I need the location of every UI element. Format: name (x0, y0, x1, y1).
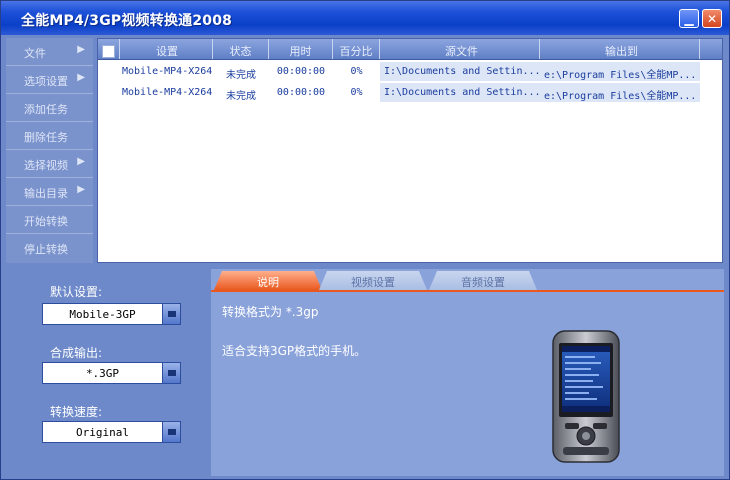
speed-label: 转换速度: (50, 405, 103, 419)
format-description: 转换格式为 *.3gp (222, 305, 319, 319)
column-header-percent[interactable]: 百分比 (333, 39, 380, 59)
row-output: e:\Program Files\全能MP... (540, 83, 700, 102)
default-settings-value: Mobile-3GP (69, 308, 136, 321)
tab-video-settings[interactable]: 视频设置 (319, 271, 427, 290)
chevron-right-icon: ▶ (77, 184, 85, 195)
sidebar-item-label: 文件 (24, 47, 46, 60)
dropdown-button[interactable] (162, 304, 180, 324)
chevron-right-icon: ▶ (77, 44, 85, 55)
sidebar-item-start[interactable]: 开始转换 (6, 206, 93, 234)
close-button[interactable]: ✕ (702, 9, 722, 28)
sidebar-item-label: 选项设置 (24, 75, 68, 88)
select-all-checkbox[interactable] (98, 39, 120, 59)
sidebar-item-label: 开始转换 (24, 215, 68, 228)
sidebar-item-label: 选择视频 (24, 159, 68, 172)
dropdown-button[interactable] (162, 363, 180, 383)
tab-bar: 说明 视频设置 音频设置 (211, 269, 724, 293)
row-preset: Mobile-MP4-X264 (122, 87, 213, 98)
default-settings-select[interactable]: Mobile-3GP (42, 303, 181, 325)
window-title: 全能MP4/3GP视频转换通2008 (21, 13, 233, 29)
device-description: 适合支持3GP格式的手机。 (222, 344, 367, 358)
task-list[interactable]: 设置 状态 用时 百分比 源文件 输出到 Mobile-MP4-X264 未完成… (97, 38, 723, 263)
dropdown-icon (167, 429, 176, 435)
output-format-label: 合成输出: (50, 346, 103, 360)
sidebar-item-options[interactable]: 选项设置 ▶ (6, 66, 93, 94)
task-list-header: 设置 状态 用时 百分比 源文件 输出到 (98, 39, 722, 60)
column-header-output[interactable]: 输出到 (540, 39, 700, 59)
table-row[interactable]: Mobile-MP4-X264 未完成 00:00:00 0% I:\Docum… (98, 83, 722, 102)
default-settings-label: 默认设置: (50, 285, 103, 299)
sidebar-item-label: 添加任务 (24, 103, 68, 116)
table-row[interactable]: Mobile-MP4-X264 未完成 00:00:00 0% I:\Docum… (98, 62, 722, 81)
column-header-preset[interactable]: 设置 (120, 39, 213, 59)
output-format-select[interactable]: *.3GP (42, 362, 181, 384)
sidebar-item-output-dir[interactable]: 输出目录 ▶ (6, 178, 93, 206)
minimize-button[interactable]: ▁ (679, 9, 699, 28)
tab-divider (211, 290, 724, 292)
sidebar-item-add-task[interactable]: 添加任务 (6, 94, 93, 122)
row-source: I:\Documents and Settin... (380, 83, 540, 102)
row-preset: Mobile-MP4-X264 (122, 66, 213, 77)
column-header-source[interactable]: 源文件 (380, 39, 540, 59)
row-source: I:\Documents and Settin... (380, 62, 540, 81)
info-panel: 说明 视频设置 音频设置 转换格式为 *.3gp 适合支持3GP格式的手机。 (211, 269, 724, 476)
chevron-right-icon: ▶ (77, 72, 85, 83)
sidebar-item-label: 删除任务 (24, 131, 68, 144)
row-checkbox[interactable] (98, 83, 120, 102)
output-format-value: *.3GP (85, 367, 120, 380)
dropdown-button[interactable] (162, 422, 180, 442)
dropdown-icon (167, 311, 176, 317)
row-checkbox[interactable] (98, 62, 120, 81)
app-window: 全能MP4/3GP视频转换通2008 ▁ ✕ 文件 ▶ 选项设置 ▶ 添加任务 … (0, 0, 730, 480)
sidebar-item-delete-task[interactable]: 删除任务 (6, 122, 93, 150)
tab-description[interactable]: 说明 (214, 271, 322, 290)
column-header-time[interactable]: 用时 (269, 39, 333, 59)
sidebar: 文件 ▶ 选项设置 ▶ 添加任务 删除任务 选择视频 ▶ 输出目录 ▶ 开始转换… (6, 38, 93, 263)
title-bar[interactable]: 全能MP4/3GP视频转换通2008 ▁ ✕ (1, 1, 729, 35)
sidebar-item-label: 停止转换 (24, 243, 68, 256)
sidebar-item-label: 输出目录 (24, 187, 68, 200)
dropdown-icon (167, 370, 176, 376)
row-percent: 0% (350, 87, 363, 98)
row-percent: 0% (350, 66, 363, 77)
sidebar-item-file[interactable]: 文件 ▶ (6, 38, 93, 66)
row-time: 00:00:00 (276, 87, 326, 98)
sidebar-item-stop[interactable]: 停止转换 (6, 234, 93, 262)
row-status: 未完成 (226, 91, 256, 102)
chevron-right-icon: ▶ (77, 156, 85, 167)
speed-select[interactable]: Original (42, 421, 181, 443)
sidebar-item-select-video[interactable]: 选择视频 ▶ (6, 150, 93, 178)
phone-icon (552, 330, 620, 463)
row-time: 00:00:00 (276, 66, 326, 77)
speed-value: Original (76, 426, 129, 439)
row-output: e:\Program Files\全能MP... (540, 62, 700, 81)
tab-audio-settings[interactable]: 音频设置 (429, 271, 537, 290)
row-status: 未完成 (226, 70, 256, 81)
settings-panel: 默认设置: Mobile-3GP 合成输出: *.3GP 转换速度: Origi… (6, 269, 209, 476)
column-header-status[interactable]: 状态 (213, 39, 269, 59)
